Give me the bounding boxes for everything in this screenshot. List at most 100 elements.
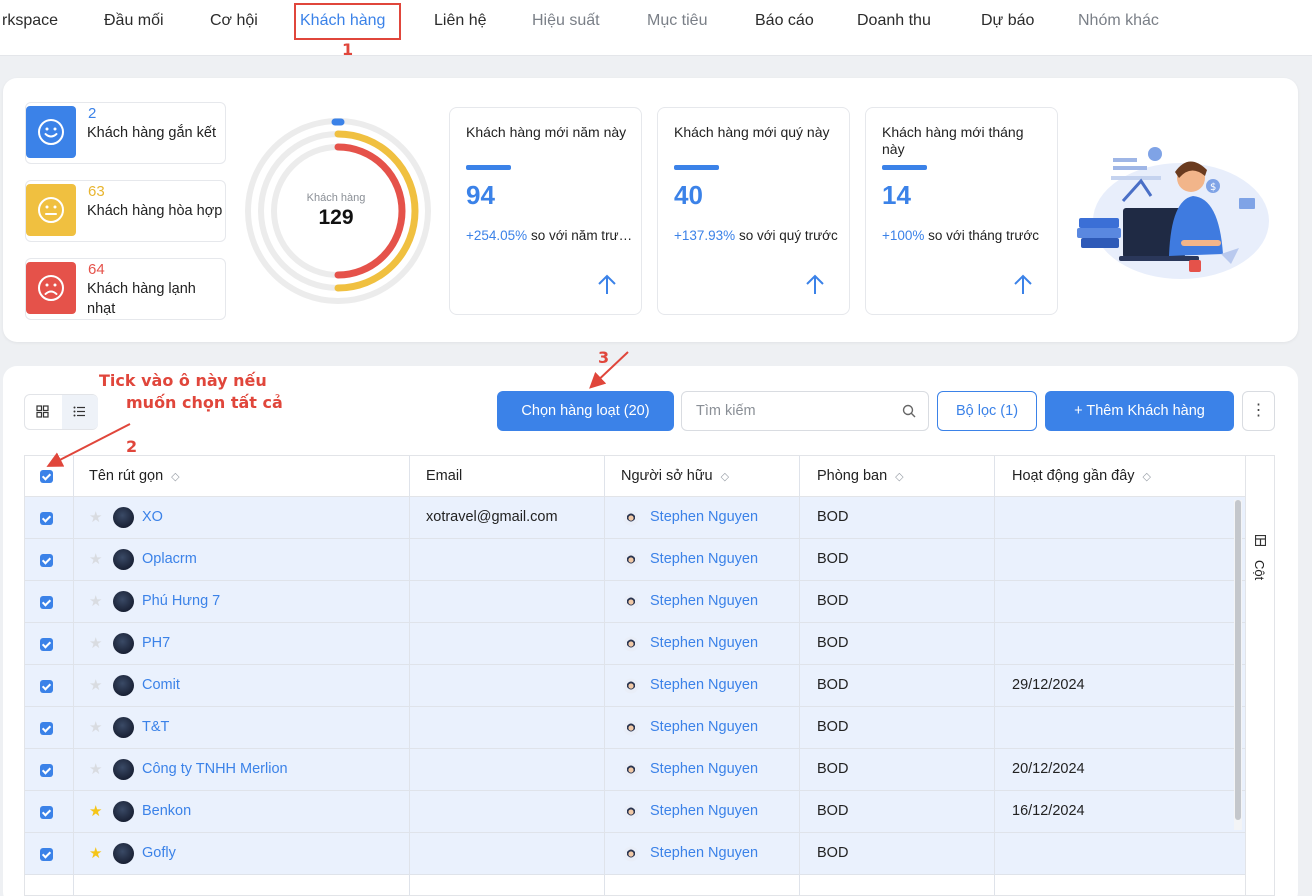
row-checkbox[interactable] [40, 554, 53, 567]
search-icon[interactable] [902, 404, 916, 418]
table-row[interactable]: ★ XO xotravel@gmail.com Stephen Nguyen BOD [25, 497, 1245, 539]
header-email[interactable]: Email [426, 456, 462, 497]
owner-link[interactable]: Stephen Nguyen [650, 845, 758, 861]
nav-item-reports[interactable]: Báo cáo [755, 12, 814, 30]
row-checkbox[interactable] [40, 848, 53, 861]
row-checkbox[interactable] [40, 596, 53, 609]
nav-item-opportunities[interactable]: Cơ hội [210, 12, 258, 30]
select-all-checkbox[interactable] [40, 470, 53, 483]
columns-icon [1255, 535, 1266, 546]
smile-icon [26, 106, 76, 158]
department-cell: BOD [817, 677, 849, 693]
columns-panel-toggle[interactable]: Cột [1246, 455, 1275, 896]
table-row[interactable]: ★ Oplacrm Stephen Nguyen BOD [25, 539, 1245, 581]
segment-engaged[interactable]: 2 Khách hàng gắn kết [25, 102, 226, 164]
star-icon[interactable]: ★ [89, 552, 102, 567]
customer-name-link[interactable]: Oplacrm [142, 551, 197, 567]
customer-name-link[interactable]: Công ty TNHH Merlion [142, 761, 288, 777]
table-row[interactable]: ★ Công ty TNHH Merlion Stephen Nguyen BOD 20… [25, 749, 1245, 791]
star-icon[interactable]: ★ [89, 510, 102, 525]
kpi-card-quarter[interactable]: Khách hàng mới quý này 40 +137.93% so vớ… [657, 107, 850, 315]
owner-link[interactable]: Stephen Nguyen [650, 509, 758, 525]
customer-name-link[interactable]: Comit [142, 677, 180, 693]
row-checkbox[interactable] [40, 764, 53, 777]
owner-avatar-icon [623, 720, 639, 736]
annotation-number-2: 2 [126, 437, 138, 456]
owner-link[interactable]: Stephen Nguyen [650, 677, 758, 693]
customer-name-link[interactable]: PH7 [142, 635, 170, 651]
avatar [113, 507, 134, 528]
star-icon[interactable]: ★ [89, 720, 102, 735]
row-checkbox[interactable] [40, 680, 53, 693]
view-toggle [24, 394, 98, 430]
row-checkbox[interactable] [40, 806, 53, 819]
star-icon[interactable]: ★ [89, 678, 102, 693]
department-cell: BOD [817, 593, 849, 609]
star-icon[interactable]: ★ [89, 636, 102, 651]
avatar [113, 633, 134, 654]
segment-label: Khách hàng gắn kết [87, 125, 216, 141]
nav-item-workspace[interactable]: rkspace [2, 12, 58, 30]
department-cell: BOD [817, 803, 849, 819]
search-input[interactable] [696, 401, 886, 421]
segment-harmonious[interactable]: 63 Khách hàng hòa hợp [25, 180, 226, 242]
annotation-highlight-box [294, 3, 401, 40]
header-short-name[interactable]: Tên rút gọn ◇ [89, 456, 180, 497]
table-row[interactable]: ★ Benkon Stephen Nguyen BOD 16/12/2024 [25, 791, 1245, 833]
more-options-button[interactable]: ⋮ [1242, 391, 1275, 431]
customer-name-link[interactable]: Gofly [142, 845, 176, 861]
row-checkbox[interactable] [40, 512, 53, 525]
owner-link[interactable]: Stephen Nguyen [650, 719, 758, 735]
nav-item-forecast[interactable]: Dự báo [981, 12, 1034, 30]
header-recent-activity[interactable]: Hoạt động gần đây ◇ [1012, 456, 1151, 497]
star-icon[interactable]: ★ [89, 762, 102, 777]
bulk-select-button[interactable]: Chọn hàng loạt (20) [497, 391, 674, 431]
header-owner[interactable]: Người sở hữu ◇ [621, 456, 729, 497]
customer-name-link[interactable]: Phú Hưng 7 [142, 593, 220, 609]
nav-item-contacts[interactable]: Liên hệ [434, 12, 487, 30]
nav-item-leads[interactable]: Đầu mối [104, 12, 164, 30]
kpi-accent-bar [674, 165, 719, 170]
owner-link[interactable]: Stephen Nguyen [650, 803, 758, 819]
column-divider [799, 456, 800, 895]
owner-link[interactable]: Stephen Nguyen [650, 551, 758, 567]
add-customer-button[interactable]: + Thêm Khách hàng [1045, 391, 1234, 431]
table-scrollbar-thumb[interactable] [1235, 500, 1241, 820]
kpi-card-month[interactable]: Khách hàng mới tháng này 14 +100% so với… [865, 107, 1058, 315]
kpi-card-year[interactable]: Khách hàng mới năm này 94 +254.05% so vớ… [449, 107, 642, 315]
row-checkbox[interactable] [40, 722, 53, 735]
star-icon[interactable]: ★ [89, 594, 102, 609]
list-view-button[interactable] [62, 395, 98, 429]
stats-card: 2 Khách hàng gắn kết 63 Khách hàng hòa h… [3, 78, 1298, 342]
owner-link[interactable]: Stephen Nguyen [650, 761, 758, 777]
grid-view-button[interactable] [25, 395, 61, 429]
customer-name-link[interactable]: Benkon [142, 803, 191, 819]
owner-link[interactable]: Stephen Nguyen [650, 635, 758, 651]
table-row[interactable]: ★ Phú Hưng 7 Stephen Nguyen BOD [25, 581, 1245, 623]
header-department[interactable]: Phòng ban ◇ [817, 456, 904, 497]
customer-name-link[interactable]: T&T [142, 719, 169, 735]
customer-name-link[interactable]: XO [142, 509, 163, 525]
avatar [113, 549, 134, 570]
table-row[interactable]: ★ Comit Stephen Nguyen BOD 29/12/2024 [25, 665, 1245, 707]
sort-icon: ◇ [1142, 471, 1152, 483]
table-header: Tên rút gọn ◇ Email Người sở hữu ◇ Phòng b… [25, 456, 1245, 497]
nav-item-revenue[interactable]: Doanh thu [857, 12, 931, 30]
table-row[interactable]: ★ Gofly Stephen Nguyen BOD [25, 833, 1245, 875]
kpi-change: +100% so với tháng trước [882, 228, 1039, 243]
row-checkbox[interactable] [40, 638, 53, 651]
filter-button[interactable]: Bộ lọc (1) [937, 391, 1037, 431]
neutral-face-icon [26, 184, 76, 236]
nav-item-goals[interactable]: Mục tiêu [647, 12, 707, 30]
star-icon[interactable]: ★ [89, 804, 102, 819]
table-row[interactable]: ★ T&T Stephen Nguyen BOD [25, 707, 1245, 749]
table-row[interactable]: ★ PH7 Stephen Nguyen BOD [25, 623, 1245, 665]
nav-item-performance[interactable]: Hiệu suất [532, 12, 600, 30]
nav-item-other-groups[interactable]: Nhóm khác [1078, 12, 1159, 30]
segment-cold[interactable]: 64 Khách hàng lạnh nhạt [25, 258, 226, 320]
owner-avatar-icon [623, 762, 639, 778]
owner-link[interactable]: Stephen Nguyen [650, 593, 758, 609]
sad-face-icon [26, 262, 76, 314]
star-icon[interactable]: ★ [89, 846, 102, 861]
department-cell: BOD [817, 845, 849, 861]
